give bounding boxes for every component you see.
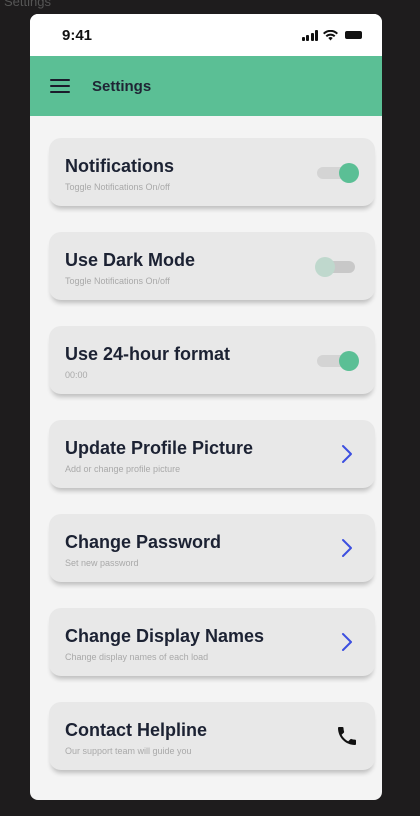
setting-contact-helpline[interactable]: Contact Helpline Our support team will g… (49, 702, 375, 770)
setting-subtitle: Add or change profile picture (65, 464, 181, 474)
setting-subtitle: Set new password (65, 558, 139, 568)
setting-title: Update Profile Picture (65, 438, 254, 458)
setting-change-display-names[interactable]: Change Display Names Change display name… (49, 608, 375, 676)
chevron-right-icon[interactable] (339, 537, 355, 559)
chevron-right-icon[interactable] (339, 631, 355, 653)
frame-label: Settings (4, 0, 51, 9)
menu-icon[interactable] (50, 79, 70, 93)
setting-notifications[interactable]: Notifications Toggle Notifications On/of… (49, 138, 375, 206)
page-title: Settings (92, 77, 152, 95)
setting-title: Change Password (65, 532, 222, 552)
setting-title: Notifications (65, 156, 175, 176)
setting-subtitle: Toggle Notifications On/off (65, 182, 170, 192)
dark-mode-toggle[interactable] (315, 257, 357, 277)
notifications-toggle[interactable] (317, 163, 359, 183)
setting-subtitle: Change display names of each load (65, 652, 209, 662)
wifi-icon (323, 29, 338, 40)
status-icons (301, 29, 362, 41)
status-time: 9:41 (62, 26, 93, 44)
chevron-right-icon[interactable] (339, 443, 355, 465)
setting-change-password[interactable]: Change Password Set new password (49, 514, 375, 582)
setting-update-profile-picture[interactable]: Update Profile Picture Add or change pro… (49, 420, 375, 488)
settings-list: Notifications Toggle Notifications On/of… (30, 116, 382, 770)
setting-subtitle: Toggle Notifications On/off (65, 276, 170, 286)
phone-screen: 9:41 Settings Notifications Toggle Notif… (30, 14, 382, 800)
setting-title: Change Display Names (65, 626, 265, 646)
setting-title: Contact Helpline (65, 720, 208, 740)
status-bar: 9:41 (30, 14, 382, 56)
battery-icon (345, 31, 362, 39)
phone-icon[interactable] (335, 724, 359, 748)
setting-24-hour-format[interactable]: Use 24-hour format 00:00 (49, 326, 375, 394)
setting-title: Use 24-hour format (65, 344, 231, 364)
setting-dark-mode[interactable]: Use Dark Mode Toggle Notifications On/of… (49, 232, 375, 300)
signal-icon (301, 29, 318, 41)
24-hour-format-toggle[interactable] (317, 351, 359, 371)
setting-subtitle: 00:00 (65, 370, 88, 380)
app-bar: Settings (30, 56, 382, 116)
setting-subtitle: Our support team will guide you (65, 746, 192, 756)
